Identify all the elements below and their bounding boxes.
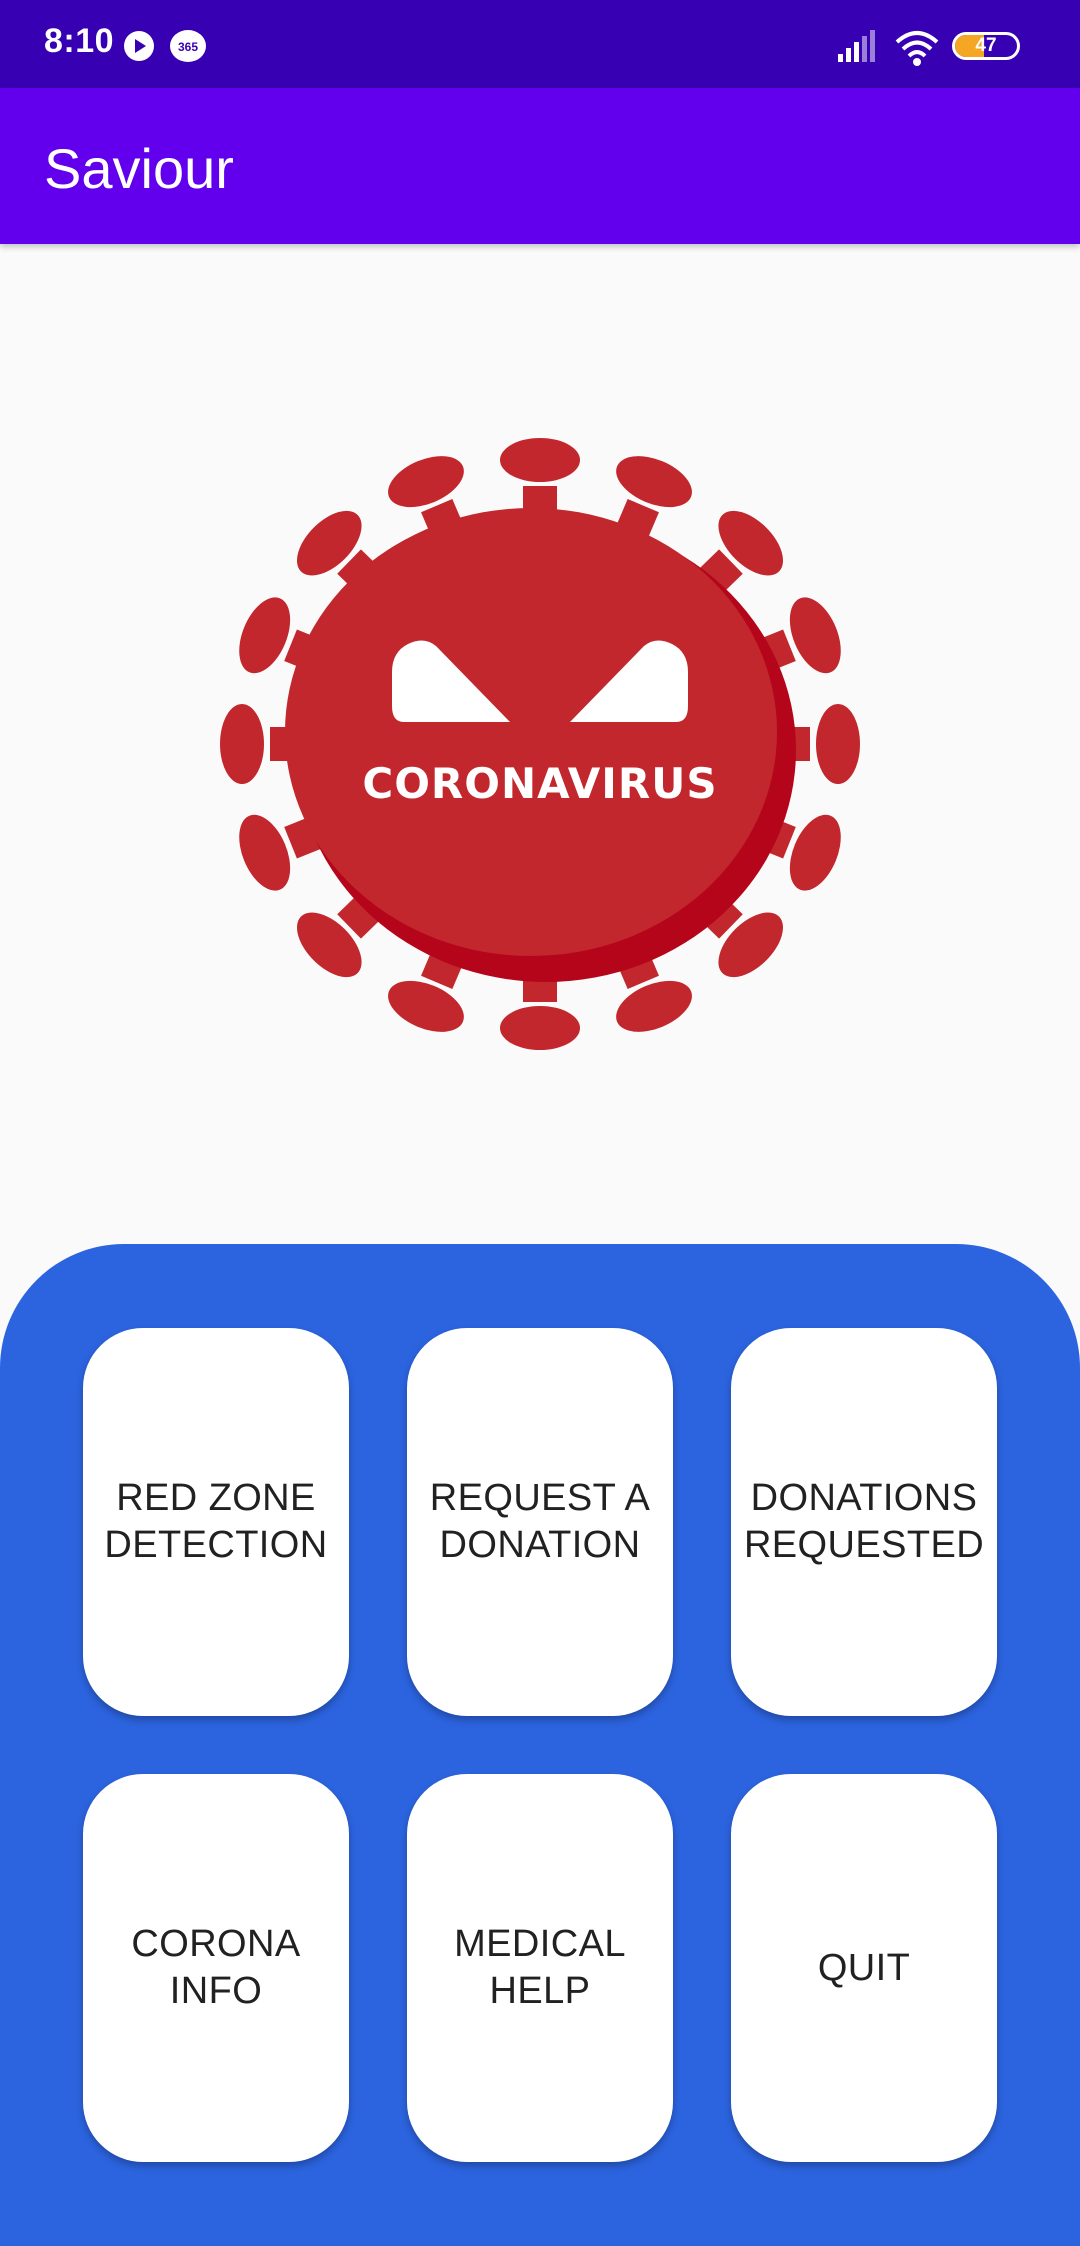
coronavirus-icon: CORONAVIRUS [220,438,860,1050]
battery-level: 47 [975,35,997,56]
virus-spike-cap [388,980,464,1032]
quit-label: QUIT [817,1946,911,1989]
corona-info-label: CORONA INFO [131,1923,301,2012]
request-donation-label: REQUEST A DONATION [429,1477,651,1566]
medical-help-label: MEDICAL HELP [454,1923,626,2012]
request-donation-button[interactable]: REQUEST A DONATION [407,1328,673,1716]
virus-spike-cap [616,980,692,1032]
medical-help-button[interactable]: MEDICAL HELP [407,1774,673,2162]
virus-spike-cap [220,704,264,784]
virus-label: CORONAVIRUS [362,759,717,808]
signal-icon [838,30,875,62]
play-icon [124,31,154,61]
red-zone-detection-label: RED ZONE DETECTION [104,1477,328,1566]
red-zone-detection-button[interactable]: RED ZONE DETECTION [83,1328,349,1716]
wifi-icon [895,31,939,66]
app-bar: Saviour [0,88,1080,244]
virus-spike-cap [239,597,291,674]
corona-info-button[interactable]: CORONA INFO [83,1774,349,2162]
status-bar: 8:10 365 47 [0,0,1080,88]
donations-requested-button[interactable]: DONATIONS REQUESTED [731,1328,997,1716]
virus-spike-cap [789,814,841,891]
status-time: 8:10 [44,22,115,60]
app-title: Saviour [44,137,234,200]
donations-requested-label: DONATIONS REQUESTED [743,1477,985,1566]
battery-icon: 47 [952,32,1020,60]
virus-spike-cap [388,456,464,508]
virus-spike-cap [500,438,580,482]
365-icon-label: 365 [177,40,199,54]
virus-spike-cap [616,456,692,508]
quit-button[interactable]: QUIT [731,1774,997,2162]
virus-spike-cap [816,704,860,784]
virus-spike-cap [789,597,841,674]
365-icon: 365 [170,30,206,62]
menu-panel: RED ZONE DETECTION REQUEST A DONATION DO… [0,1244,1080,2246]
virus-spike-cap [239,814,291,891]
virus-spike-cap [500,1006,580,1050]
